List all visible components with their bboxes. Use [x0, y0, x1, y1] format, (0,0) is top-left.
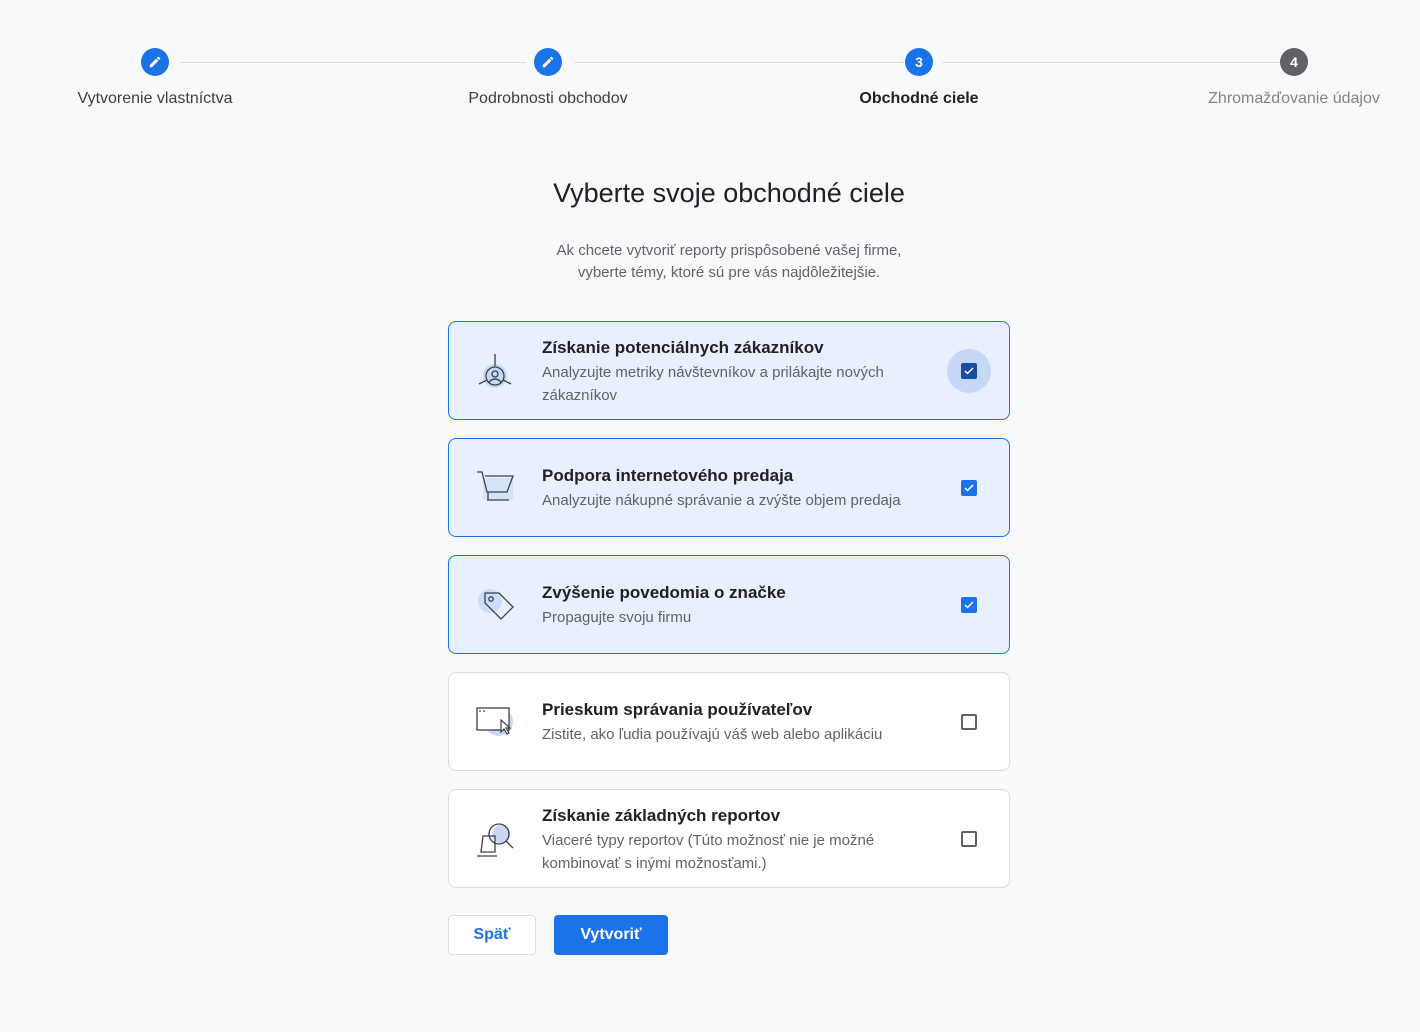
- step-business-objectives: 3 Obchodné ciele: [799, 48, 1039, 108]
- option-description: Analyzujte nákupné správanie a zvýšte ob…: [542, 492, 901, 509]
- option-title: Získanie potenciálnych zákazníkov: [542, 338, 824, 357]
- option-description: Propagujte svoju firmu: [542, 609, 692, 626]
- page-title: Vyberte svoje obchodné ciele: [553, 178, 905, 208]
- checkmark-icon: [961, 363, 977, 379]
- option-card-examine-user-behavior[interactable]: Prieskum správania používateľov Zistite,…: [448, 672, 1010, 771]
- checkmark-icon: [961, 480, 977, 496]
- step-label: Obchodné ciele: [859, 90, 979, 107]
- subtitle-line: vyberte témy, ktoré sú pre vás najdôleži…: [577, 264, 881, 281]
- option-card-get-baseline-reports[interactable]: Získanie základných reportov Viaceré typ…: [448, 789, 1010, 888]
- option-title: Zvýšenie povedomia o značke: [542, 583, 786, 602]
- tag-icon: [473, 581, 521, 629]
- magnifier-report-icon: [473, 816, 521, 864]
- step-number: 4: [1280, 48, 1308, 76]
- checkmark-icon: [961, 597, 977, 613]
- option-description: Viaceré typy reportov (Túto možnosť nie …: [542, 832, 875, 872]
- page-subtitle: Ak chcete vytvoriť reporty prispôsobené …: [448, 240, 1010, 284]
- step-label: Zhromažďovanie údajov: [1208, 90, 1380, 107]
- option-title: Podpora internetového predaja: [542, 466, 794, 485]
- option-description: Analyzujte metriky návštevníkov a prilák…: [542, 364, 884, 404]
- option-checkbox[interactable]: [947, 466, 991, 510]
- option-checkbox[interactable]: [947, 817, 991, 861]
- subtitle-line: Ak chcete vytvoriť reporty prispôsobené …: [556, 242, 902, 259]
- step-edit-icon: [141, 48, 169, 76]
- option-card-drive-online-sales[interactable]: Podpora internetového predaja Analyzujte…: [448, 438, 1010, 537]
- checkbox-empty-icon: [961, 831, 977, 847]
- step-business-details[interactable]: Podrobnosti obchodov: [428, 48, 668, 108]
- option-description: Zistite, ako ľudia používajú váš web ale…: [542, 726, 883, 743]
- option-checkbox[interactable]: [947, 583, 991, 627]
- create-button[interactable]: Vytvoriť: [554, 915, 668, 955]
- step-label: Podrobnosti obchodov: [468, 90, 628, 107]
- step-edit-icon: [534, 48, 562, 76]
- target-person-icon: [473, 348, 521, 396]
- shopping-cart-icon: [473, 464, 521, 512]
- option-checkbox[interactable]: [947, 700, 991, 744]
- step-data-collection: 4 Zhromažďovanie údajov: [1174, 48, 1414, 108]
- option-title: Prieskum správania používateľov: [542, 700, 813, 719]
- stepper: Vytvorenie vlastníctva Podrobnosti obcho…: [0, 0, 1420, 130]
- checkbox-empty-icon: [961, 714, 977, 730]
- step-number: 3: [905, 48, 933, 76]
- option-title: Získanie základných reportov: [542, 806, 781, 825]
- option-checkbox[interactable]: [947, 349, 991, 393]
- option-card-raise-brand-awareness[interactable]: Zvýšenie povedomia o značke Propagujte s…: [448, 555, 1010, 654]
- back-button[interactable]: Späť: [448, 915, 536, 955]
- option-card-generate-leads[interactable]: Získanie potenciálnych zákazníkov Analyz…: [448, 321, 1010, 420]
- browser-cursor-icon: [473, 698, 521, 746]
- step-label: Vytvorenie vlastníctva: [77, 90, 233, 107]
- step-property-creation[interactable]: Vytvorenie vlastníctva: [35, 48, 275, 108]
